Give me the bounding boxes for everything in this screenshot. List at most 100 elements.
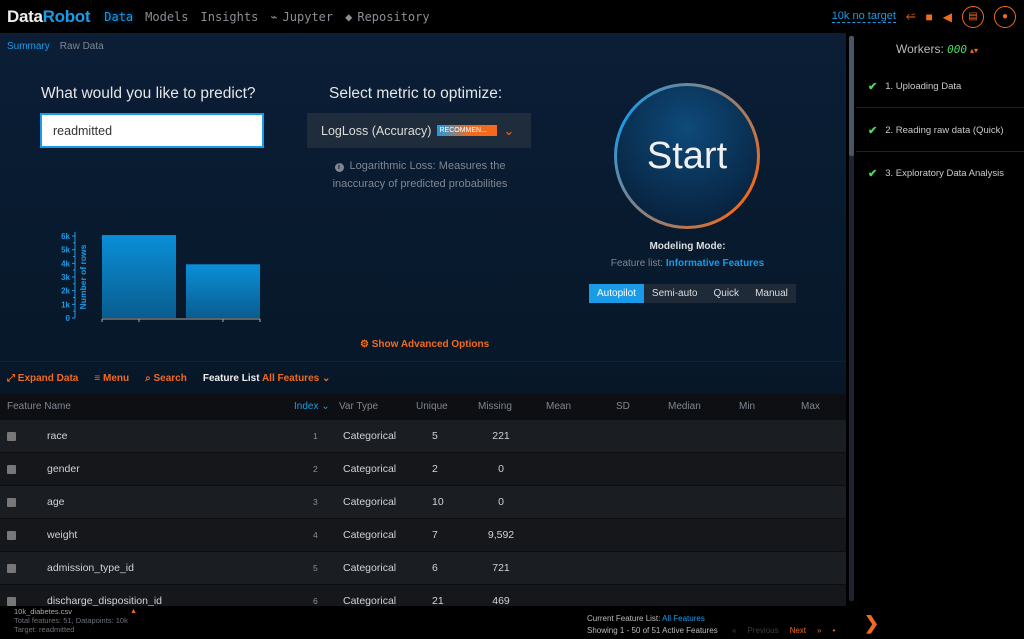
divider <box>0 361 846 362</box>
next-page-button[interactable]: Next <box>790 625 806 637</box>
pagination-summary: Showing 1 - 50 of 51 Active Features <box>587 626 718 635</box>
main-scrollbar[interactable] <box>849 36 854 601</box>
last-page-icon[interactable]: » <box>817 625 821 637</box>
repository-icon: ◆ <box>345 9 353 24</box>
feature-list-info: Feature list: Informative Features <box>610 258 765 269</box>
chevron-down-icon: ⌄ <box>503 122 515 138</box>
col-feature-name[interactable]: Feature Name <box>7 394 71 420</box>
tab-raw-data[interactable]: Raw Data <box>60 41 104 52</box>
share-icon[interactable]: ⭁ <box>906 9 916 24</box>
previous-page-button: Previous <box>747 626 779 635</box>
workers-stepper-icon[interactable]: ▴▾ <box>970 46 978 55</box>
row-checkbox[interactable] <box>7 432 16 441</box>
dataset-filename: 10k_diabetes.csv <box>14 607 72 616</box>
informative-features-link[interactable]: Informative Features <box>666 258 764 269</box>
expand-caret-icon[interactable]: ▲ <box>130 608 137 615</box>
progress-step: ✔ 1. Uploading Data <box>856 65 1024 108</box>
mode-manual[interactable]: Manual <box>747 284 796 303</box>
metric-description: i Logarithmic Loss: Measures the inaccura… <box>332 160 508 190</box>
col-var-type[interactable]: Var Type <box>339 394 378 420</box>
tab-summary[interactable]: Summary <box>7 41 50 52</box>
workers-control: Workers: 000 ▴▾ <box>896 42 979 56</box>
y-tick-label: 6k <box>61 232 70 241</box>
search-icon: ⌕ <box>145 373 151 384</box>
col-missing[interactable]: Missing <box>478 394 512 420</box>
footer-bar: 10k_diabetes.csv Total features: 51, Dat… <box>0 606 846 639</box>
nav-repository[interactable]: ◆ Repository <box>345 10 429 24</box>
metric-dropdown[interactable]: LogLoss (Accuracy) RECOMMEN... ⌄ <box>307 113 531 148</box>
predict-question: What would you like to predict? <box>41 85 256 102</box>
expand-data-button[interactable]: ⤢ Expand Data <box>7 373 78 384</box>
info-icon: i <box>334 163 344 172</box>
mode-quick[interactable]: Quick <box>706 284 748 303</box>
table-row[interactable]: discharge_disposition_id 6 Categorical 21 46… <box>0 585 846 606</box>
more-icon[interactable]: • <box>832 625 835 637</box>
first-page-icon: « <box>731 626 737 635</box>
metric-selected: LogLoss (Accuracy) <box>321 123 432 138</box>
right-sidebar: Workers: 000 ▴▾ ✔ 1. Uploading Data ✔ 2. Re… <box>856 33 1024 639</box>
row-checkbox[interactable] <box>7 564 16 573</box>
workers-count: 000 <box>947 43 968 56</box>
row-checkbox[interactable] <box>7 465 16 474</box>
table-row[interactable]: race 1 Categorical 5 221 <box>0 420 846 453</box>
col-median[interactable]: Median <box>668 394 701 420</box>
data-summary-panel: Summary Raw Data What would you like to … <box>0 33 846 606</box>
y-tick-label: 3k <box>61 273 70 282</box>
nav-models[interactable]: Models <box>145 10 188 24</box>
col-sd[interactable]: SD <box>616 394 630 420</box>
start-button[interactable]: Start <box>614 83 760 229</box>
y-tick-label: 0 <box>66 314 71 323</box>
table-header: Feature Name Index ⌄ Var Type Unique Mis… <box>0 394 846 420</box>
nav-insights[interactable]: Insights <box>201 10 259 24</box>
row-checkbox[interactable] <box>7 531 16 540</box>
bar-true <box>186 264 260 318</box>
table-row[interactable]: age 3 Categorical 10 0 <box>0 486 846 519</box>
jupyter-icon: ⌁ <box>270 9 278 24</box>
feature-table-body: race 1 Categorical 5 221 gender 2 Categorical 2… <box>0 420 846 606</box>
row-checkbox[interactable] <box>7 597 16 606</box>
table-row[interactable]: weight 4 Categorical 7 9,592 <box>0 519 846 552</box>
y-tick-label: 1k <box>61 300 70 309</box>
chevron-right-icon[interactable]: ❯ <box>864 613 879 634</box>
target-input[interactable] <box>40 113 264 148</box>
dataset-target: Target: readmitted <box>14 625 75 634</box>
y-axis-label: Number of rows <box>78 244 88 309</box>
hamburger-icon: ≡ <box>94 373 101 384</box>
y-tick-label: 2k <box>61 287 70 296</box>
nav-data[interactable]: Data <box>104 10 133 24</box>
progress-step: ✔ 3. Exploratory Data Analysis <box>868 168 1005 180</box>
metric-question: Select metric to optimize: <box>329 85 503 102</box>
folder-icon[interactable]: ▤ <box>962 5 984 28</box>
announcement-megaphone-icon[interactable]: ◀ <box>943 10 952 24</box>
progress-step: ✔ 2. Reading raw data (Quick) <box>856 109 1024 152</box>
current-feature-list-link[interactable]: All Features <box>662 614 705 623</box>
bar-false <box>102 235 176 318</box>
mode-autopilot[interactable]: Autopilot <box>589 284 644 303</box>
mode-semi-auto[interactable]: Semi-auto <box>644 284 706 303</box>
table-row[interactable]: gender 2 Categorical 2 0 <box>0 453 846 486</box>
dataset-summary: Total features: 51, Datapoints: 10k <box>14 616 128 625</box>
col-index[interactable]: Index ⌄ <box>294 394 330 420</box>
col-unique[interactable]: Unique <box>416 394 448 420</box>
row-checkbox[interactable] <box>7 498 16 507</box>
scrollbar-thumb[interactable] <box>849 36 854 156</box>
datarobot-logo[interactable]: DataRobot <box>7 7 91 27</box>
show-advanced-options-button[interactable]: ⚙ Show Advanced Options <box>360 339 489 350</box>
sort-chevron-icon: ⌄ <box>321 401 330 412</box>
modeling-mode-selector: Autopilot Semi-auto Quick Manual <box>589 284 796 303</box>
menu-button[interactable]: ≡ Menu <box>94 373 129 384</box>
user-icon[interactable]: ● <box>994 5 1016 28</box>
chevron-down-icon: ⌄ <box>321 373 331 384</box>
data-toolbar: ⤢ Expand Data ≡ Menu ⌕ Search Feature Li… <box>7 373 330 384</box>
col-max[interactable]: Max <box>801 394 820 420</box>
feature-list-selector[interactable]: Feature List All Features ⌄ <box>203 373 331 384</box>
top-nav: DataRobot Data Models Insights ⌁ Jupyter … <box>0 0 1024 33</box>
check-icon: ✔ <box>868 168 878 180</box>
nav-jupyter[interactable]: ⌁ Jupyter <box>270 10 333 24</box>
table-row[interactable]: admission_type_id 5 Categorical 6 721 <box>0 552 846 585</box>
col-min[interactable]: Min <box>739 394 755 420</box>
col-mean[interactable]: Mean <box>546 394 571 420</box>
docs-book-icon[interactable]: ■ <box>926 10 933 24</box>
project-name-link[interactable]: 10k no target <box>831 10 896 23</box>
search-button[interactable]: ⌕ Search <box>145 373 187 384</box>
